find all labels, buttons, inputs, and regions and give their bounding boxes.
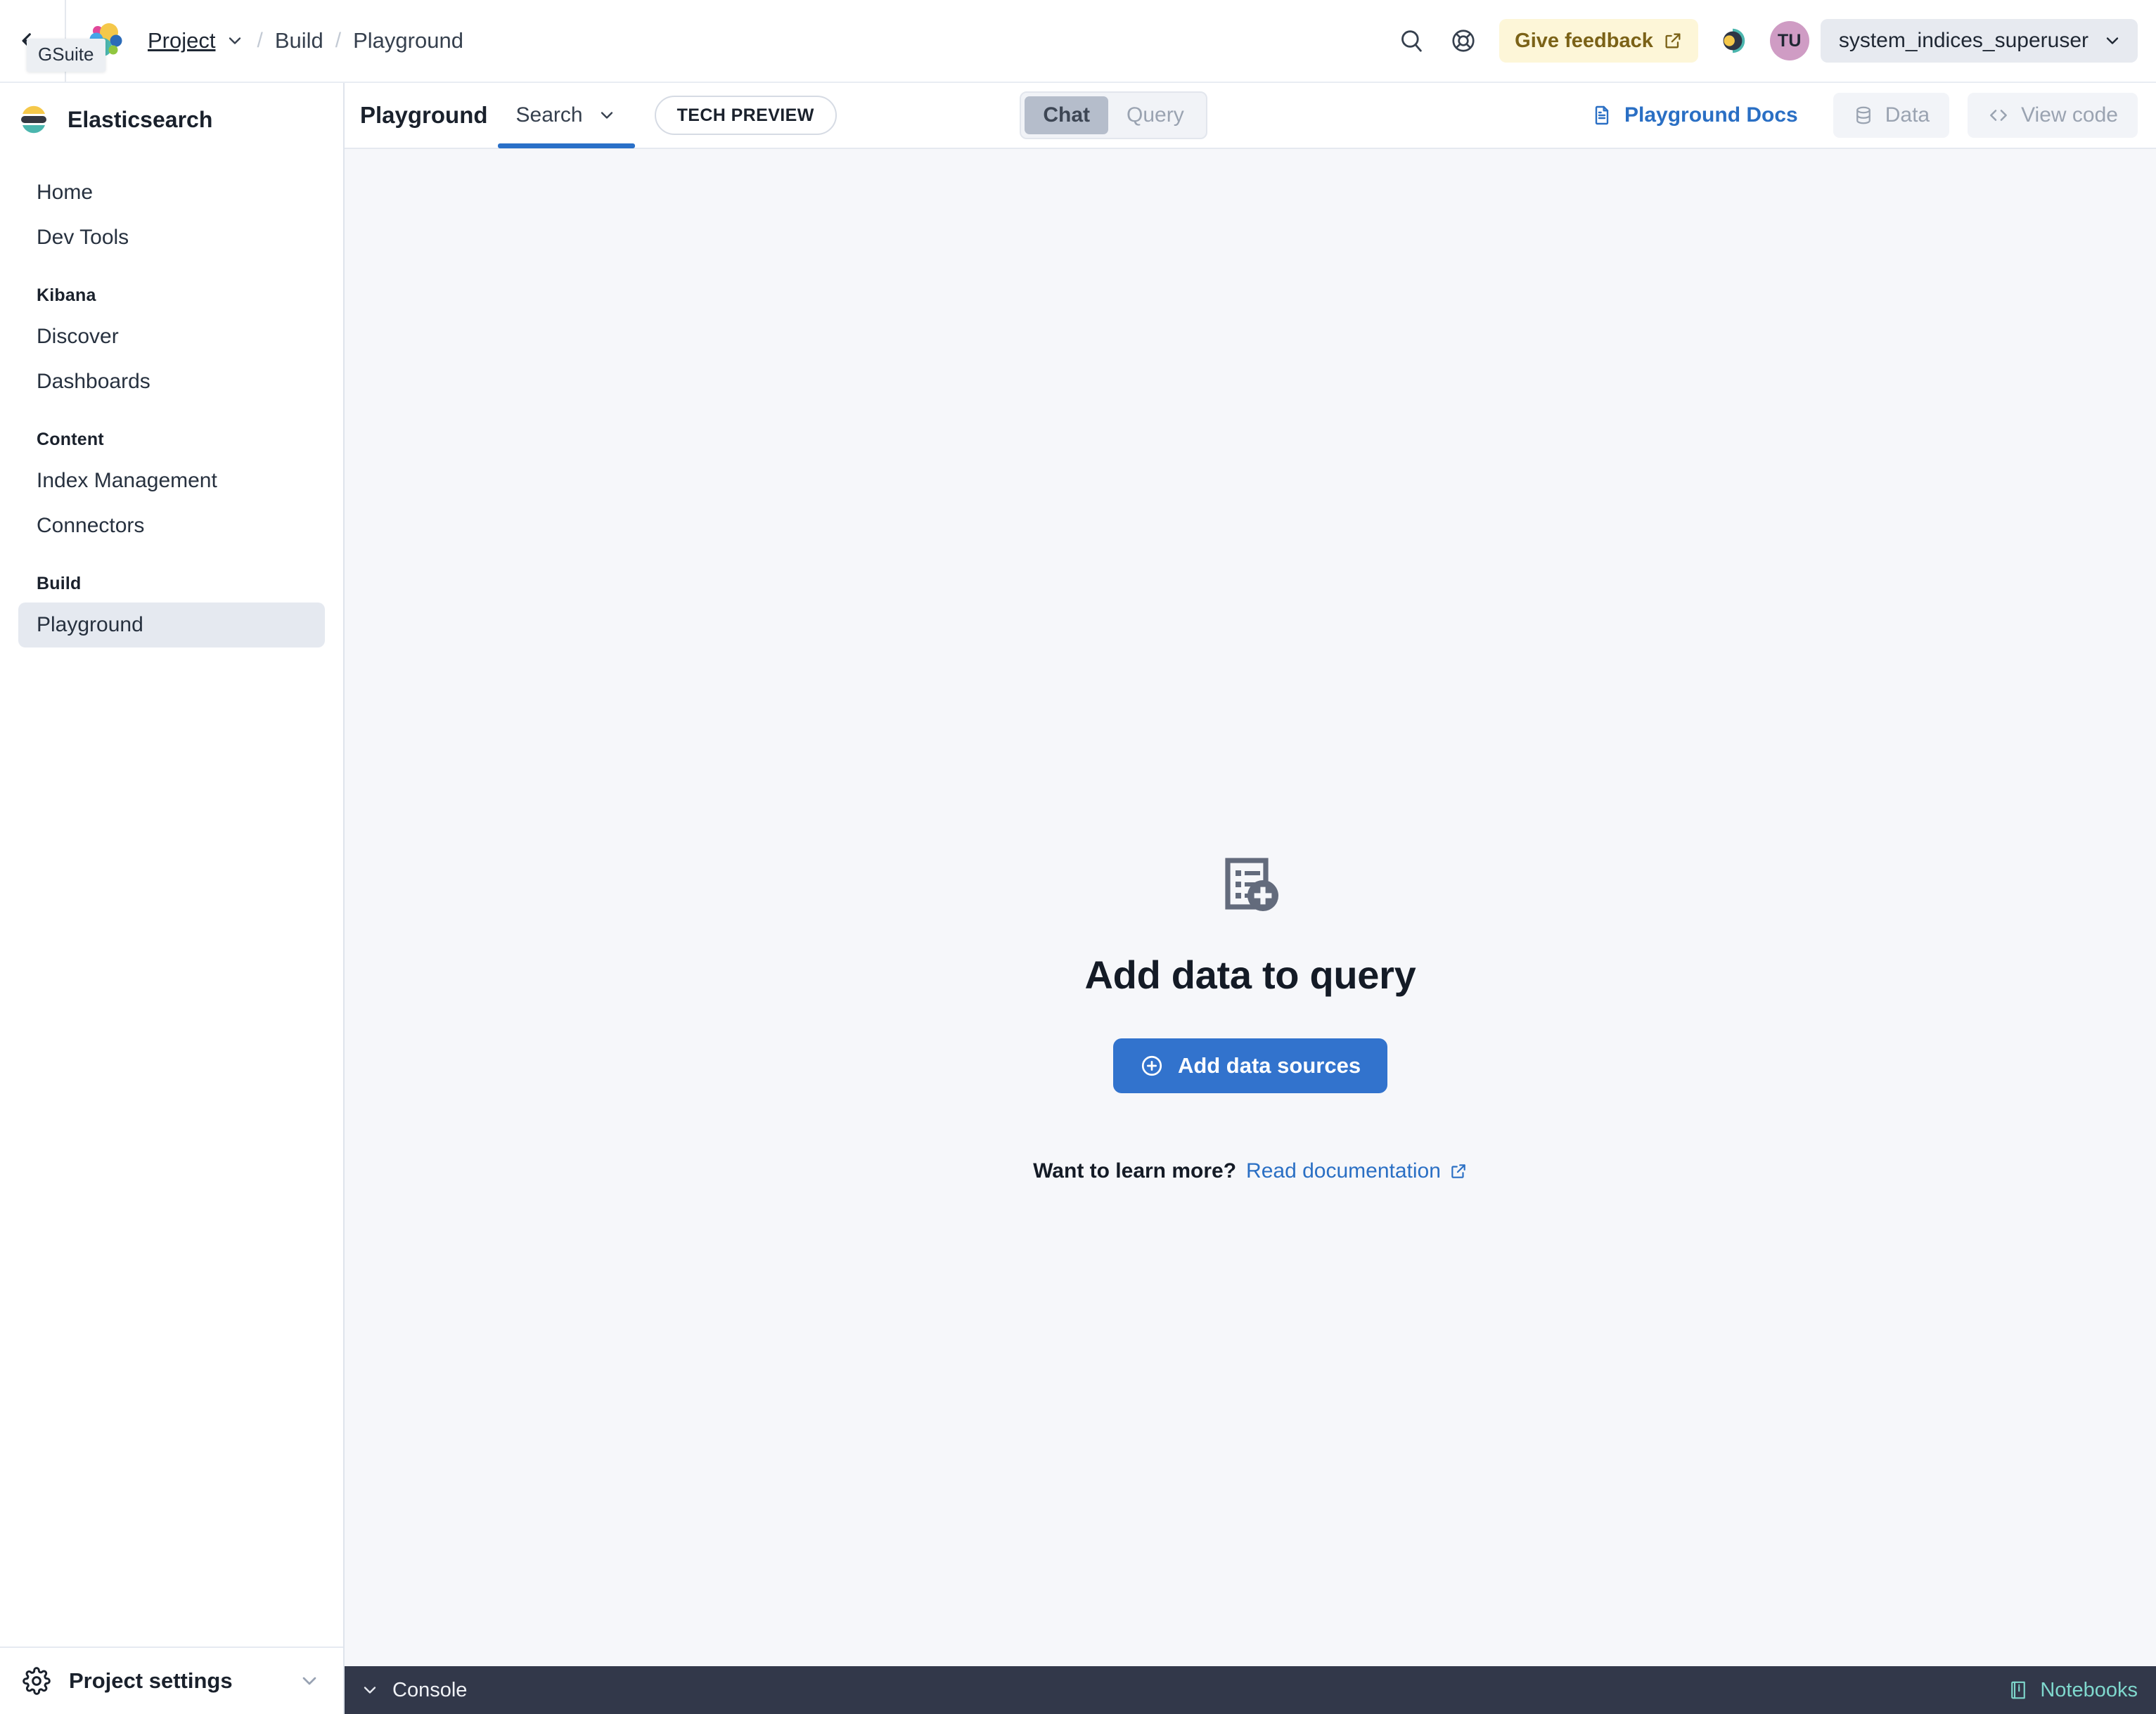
app-body: Elasticsearch Home Dev Tools Kibana Disc… bbox=[0, 83, 2156, 1714]
sidebar-group-build: Build bbox=[37, 574, 82, 593]
learn-more-row: Want to learn more? Read documentation bbox=[1033, 1159, 1468, 1183]
sidebar-group-content: Content bbox=[37, 430, 104, 449]
learn-more-prompt: Want to learn more? bbox=[1033, 1159, 1237, 1183]
gear-icon bbox=[23, 1667, 51, 1695]
project-settings-button[interactable]: Project settings bbox=[0, 1647, 343, 1714]
breadcrumb-separator-2: / bbox=[335, 29, 342, 52]
view-code-button[interactable]: View code bbox=[1968, 93, 2138, 138]
sidebar-brand[interactable]: Elasticsearch bbox=[0, 83, 343, 150]
data-button[interactable]: Data bbox=[1833, 93, 1950, 138]
data-button-label: Data bbox=[1885, 103, 1930, 127]
playground-toolbar: Playground Search TECH PREVIEW Chat Quer… bbox=[345, 83, 2156, 149]
sidebar-item-home[interactable]: Home bbox=[18, 170, 325, 215]
sidebar-item-dev-tools[interactable]: Dev Tools bbox=[18, 215, 325, 260]
read-documentation-link[interactable]: Read documentation bbox=[1246, 1159, 1468, 1183]
chevron-down-icon bbox=[597, 105, 617, 125]
external-link-icon bbox=[1449, 1162, 1468, 1180]
breadcrumb-item-playground[interactable]: Playground bbox=[353, 28, 463, 53]
console-toggle[interactable]: Console bbox=[360, 1679, 467, 1702]
tab-chat[interactable]: Chat bbox=[1025, 96, 1109, 134]
tab-query[interactable]: Query bbox=[1108, 96, 1202, 134]
mode-select[interactable]: Search bbox=[497, 82, 635, 148]
main-content: Playground Search TECH PREVIEW Chat Quer… bbox=[345, 83, 2156, 1714]
external-link-icon bbox=[1663, 31, 1683, 51]
toolbar-actions: Playground Docs Data View code bbox=[1574, 93, 2138, 138]
sidebar-group-kibana: Kibana bbox=[37, 285, 96, 305]
nav-collapse-zone: GSuite bbox=[0, 0, 105, 82]
code-icon bbox=[1987, 104, 2010, 127]
notebooks-label: Notebooks bbox=[2040, 1678, 2138, 1701]
add-data-sources-button[interactable]: Add data sources bbox=[1112, 1038, 1388, 1093]
theme-toggle-icon[interactable] bbox=[1708, 16, 1757, 65]
empty-state: Add data to query Add data sources Want … bbox=[1033, 852, 1468, 1183]
breadcrumb-project-caret-icon[interactable] bbox=[225, 31, 245, 51]
breadcrumb-item-build[interactable]: Build bbox=[275, 28, 323, 53]
sidebar: Elasticsearch Home Dev Tools Kibana Disc… bbox=[0, 83, 345, 1714]
sidebar-item-connectors[interactable]: Connectors bbox=[18, 503, 325, 548]
global-header: GSuite Project / Build / Playground Give… bbox=[0, 0, 2156, 83]
collapse-tooltip: GSuite bbox=[27, 39, 105, 72]
chevron-down-icon bbox=[360, 1680, 380, 1700]
tech-preview-badge: TECH PREVIEW bbox=[654, 96, 837, 135]
playground-docs-link[interactable]: Playground Docs bbox=[1574, 93, 1815, 138]
empty-state-title: Add data to query bbox=[1084, 953, 1416, 997]
give-feedback-label: Give feedback bbox=[1515, 29, 1653, 52]
breadcrumb-item-project[interactable]: Project bbox=[148, 28, 215, 53]
sidebar-nav: Home Dev Tools Kibana Discover Dashboard… bbox=[0, 150, 343, 1647]
chat-query-toggle: Chat Query bbox=[1020, 91, 1207, 139]
user-menu-label: system_indices_superuser bbox=[1838, 29, 2088, 52]
add-data-sources-label: Add data sources bbox=[1177, 1053, 1361, 1078]
sidebar-item-playground[interactable]: Playground bbox=[18, 603, 325, 647]
notebooks-button[interactable]: Notebooks bbox=[2008, 1679, 2138, 1702]
playground-canvas: Add data to query Add data sources Want … bbox=[345, 149, 2156, 1666]
plus-circle-icon bbox=[1140, 1054, 1164, 1078]
view-code-label: View code bbox=[2021, 103, 2118, 127]
database-icon bbox=[1853, 105, 1874, 126]
sidebar-item-discover[interactable]: Discover bbox=[18, 314, 325, 359]
sidebar-item-index-management[interactable]: Index Management bbox=[18, 458, 325, 503]
chevron-down-icon bbox=[2103, 31, 2122, 51]
search-icon[interactable] bbox=[1385, 15, 1437, 67]
project-settings-label: Project settings bbox=[69, 1668, 233, 1693]
breadcrumb-separator-1: / bbox=[257, 29, 263, 52]
document-add-icon bbox=[1217, 852, 1284, 920]
playground-docs-label: Playground Docs bbox=[1624, 103, 1798, 127]
sidebar-brand-label: Elasticsearch bbox=[68, 106, 213, 132]
console-bar: Console Notebooks bbox=[345, 1666, 2156, 1714]
global-header-actions: Give feedback TU system_indices_superuse… bbox=[1385, 15, 2156, 67]
document-icon bbox=[1591, 104, 1613, 127]
avatar[interactable]: TU bbox=[1769, 21, 1809, 60]
app-root: GSuite Project / Build / Playground Give… bbox=[0, 0, 2156, 1714]
console-label: Console bbox=[392, 1678, 468, 1701]
page-title: Playground bbox=[360, 102, 488, 128]
user-menu-button[interactable]: system_indices_superuser bbox=[1820, 19, 2138, 63]
mode-select-label: Search bbox=[515, 103, 583, 127]
breadcrumb: Project / Build / Playground bbox=[148, 28, 463, 53]
give-feedback-button[interactable]: Give feedback bbox=[1499, 19, 1698, 63]
chevron-down-icon bbox=[298, 1670, 321, 1692]
notebook-icon bbox=[2008, 1680, 2029, 1701]
help-lifebuoy-icon[interactable] bbox=[1437, 15, 1489, 67]
elasticsearch-logo-icon bbox=[18, 104, 49, 135]
read-documentation-label: Read documentation bbox=[1246, 1159, 1441, 1183]
sidebar-item-dashboards[interactable]: Dashboards bbox=[18, 359, 325, 404]
